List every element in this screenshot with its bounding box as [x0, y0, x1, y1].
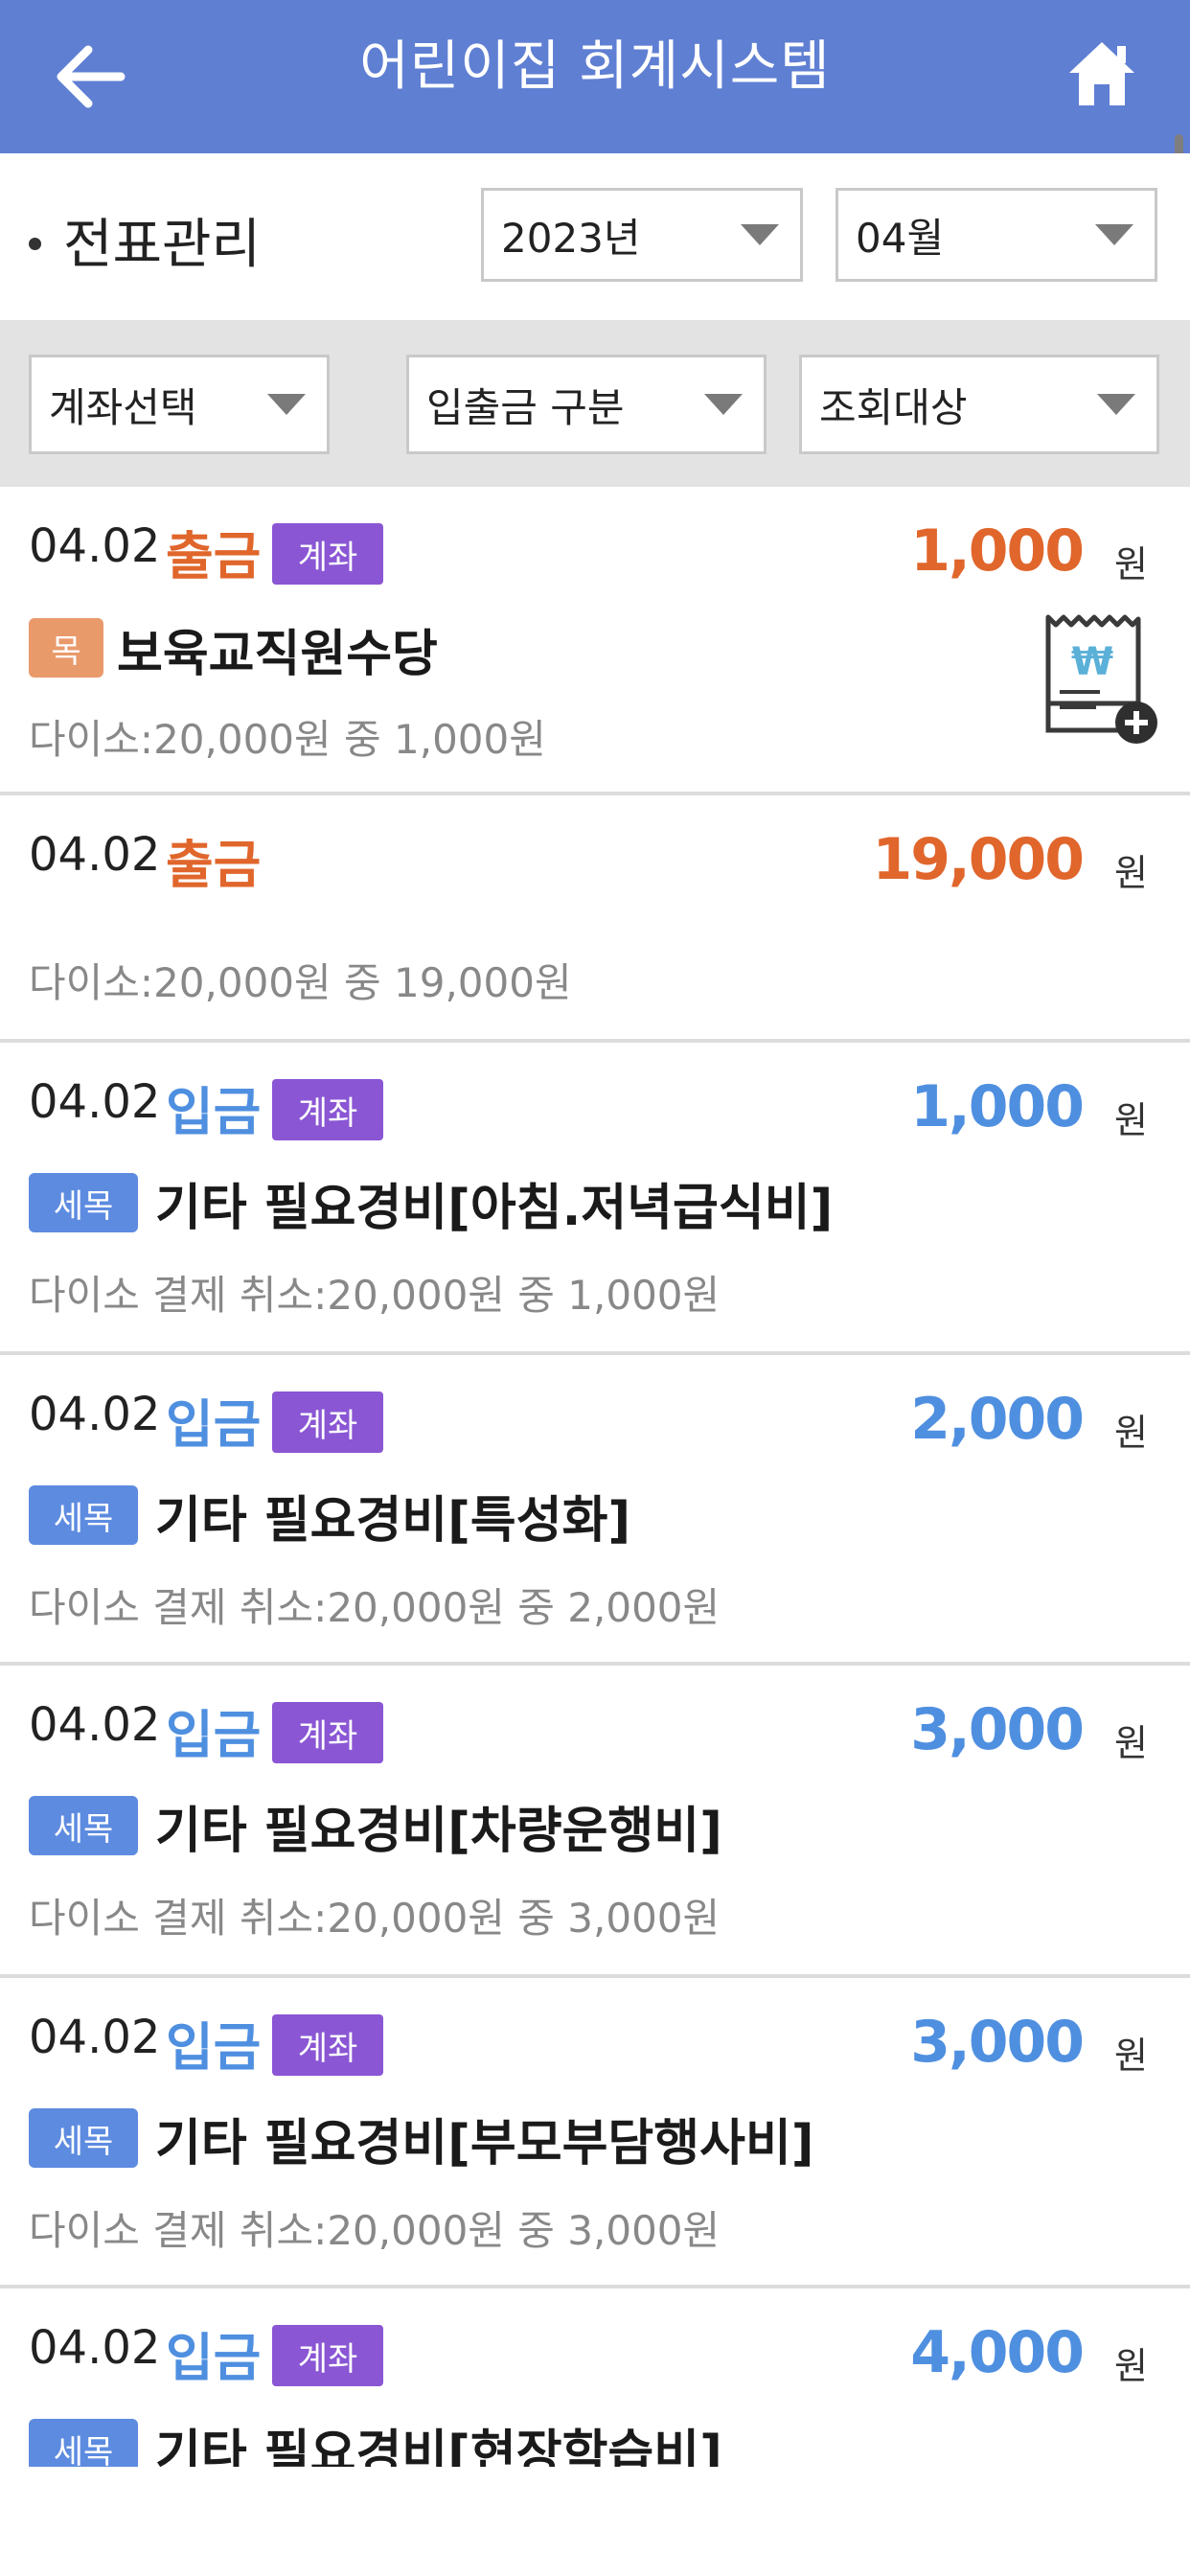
voucher-amount: 19,000 — [872, 826, 1085, 893]
account-item-name: 기타 필요경비[특성화] — [155, 1492, 631, 1550]
voucher-item[interactable]: 04.02 입금 계좌 3,000 원 세목 기타 필요경비[부모부담행사비] … — [0, 1978, 1190, 2288]
semok-tag: 세목 — [29, 1173, 138, 1232]
account-badge: 계좌 — [272, 1702, 383, 1763]
currency-unit: 원 — [1114, 543, 1148, 586]
account-item-name: 기타 필요경비[현장학습비] — [155, 2426, 722, 2467]
currency-unit: 원 — [1114, 2035, 1148, 2077]
semok-tag: 세목 — [29, 1796, 138, 1855]
voucher-type: 입금 — [166, 2328, 262, 2388]
receipt-add-icon[interactable]: ₩ — [1042, 611, 1161, 746]
voucher-description: 다이소 결제 취소:20,000원 중 2,000원 — [29, 1584, 721, 1631]
account-badge: 계좌 — [272, 2325, 383, 2386]
mok-tag: 목 — [29, 618, 103, 678]
voucher-type: 입금 — [166, 2017, 262, 2078]
voucher-item[interactable]: 04.02 출금 계좌 1,000 원 목 보육교직원수당 다이소:20,000… — [0, 487, 1190, 795]
voucher-type: 입금 — [166, 1082, 262, 1142]
voucher-date: 04.02 — [29, 519, 161, 573]
account-badge: 계좌 — [272, 1079, 383, 1140]
filter-bar: 계좌선택 입출금 구분 조회대상 — [0, 320, 1190, 487]
currency-unit: 원 — [1114, 1722, 1148, 1764]
chevron-down-icon — [1097, 394, 1135, 415]
voucher-amount: 1,000 — [910, 518, 1085, 585]
bottom-area — [0, 2467, 1190, 2576]
account-badge: 계좌 — [272, 523, 383, 585]
target-select-value: 조회대상 — [819, 383, 968, 431]
currency-unit: 원 — [1114, 1412, 1148, 1454]
semok-tag: 세목 — [29, 2108, 138, 2168]
currency-unit: 원 — [1114, 2345, 1148, 2387]
voucher-amount: 3,000 — [910, 1696, 1085, 1763]
month-select-value: 04월 — [856, 214, 945, 262]
inout-select[interactable]: 입출금 구분 — [406, 355, 767, 454]
voucher-date: 04.02 — [29, 1388, 161, 1441]
svg-text:₩: ₩ — [1071, 640, 1113, 684]
voucher-item[interactable]: 04.02 입금 계좌 2,000 원 세목 기타 필요경비[특성화] 다이소 … — [0, 1355, 1190, 1666]
voucher-item[interactable]: 04.02 출금 19,000 원 다이소:20,000원 중 19,000원 — [0, 795, 1190, 1043]
voucher-amount: 3,000 — [910, 2009, 1085, 2076]
target-select[interactable]: 조회대상 — [799, 355, 1159, 454]
home-icon[interactable] — [1065, 36, 1138, 109]
account-item-name: 기타 필요경비[부모부담행사비] — [155, 2115, 814, 2173]
chevron-down-icon — [704, 394, 743, 415]
account-select[interactable]: 계좌선택 — [29, 355, 330, 454]
month-select[interactable]: 04월 — [835, 188, 1157, 282]
account-item-name: 기타 필요경비[차량운행비] — [155, 1803, 722, 1860]
semok-tag: 세목 — [29, 1485, 138, 1545]
semok-tag: 세목 — [29, 2419, 138, 2467]
voucher-item[interactable]: 04.02 입금 계좌 4,000 원 세목 기타 필요경비[현장학습비] — [0, 2288, 1190, 2467]
account-badge: 계좌 — [272, 1392, 383, 1453]
voucher-date: 04.02 — [29, 1075, 161, 1129]
inout-select-value: 입출금 구분 — [426, 383, 625, 431]
app-header: 어린이집 회계시스템 — [0, 0, 1190, 153]
chevron-down-icon — [267, 394, 306, 415]
app-title: 어린이집 회계시스템 — [359, 35, 831, 98]
account-item-name: 보육교직원수당 — [117, 626, 438, 683]
voucher-date: 04.02 — [29, 2011, 161, 2064]
chevron-down-icon — [1095, 224, 1133, 245]
voucher-type: 입금 — [166, 1705, 262, 1765]
chevron-down-icon — [741, 224, 779, 245]
currency-unit: 원 — [1114, 852, 1148, 894]
voucher-description: 다이소:20,000원 중 1,000원 — [29, 716, 546, 763]
voucher-date: 04.02 — [29, 1698, 161, 1752]
account-select-value: 계좌선택 — [49, 383, 197, 431]
account-badge: 계좌 — [272, 2014, 383, 2076]
voucher-description: 다이소 결제 취소:20,000원 중 3,000원 — [29, 2207, 721, 2254]
year-select-value: 2023년 — [501, 214, 641, 262]
voucher-type: 출금 — [166, 526, 262, 586]
voucher-type: 출금 — [166, 835, 262, 895]
voucher-filter-row: 전표관리 2023년 04월 — [0, 153, 1190, 320]
currency-unit: 원 — [1114, 1099, 1148, 1141]
section-label: 전표관리 — [63, 214, 262, 276]
voucher-item[interactable]: 04.02 입금 계좌 1,000 원 세목 기타 필요경비[아침.저녁급식비]… — [0, 1043, 1190, 1355]
voucher-item[interactable]: 04.02 입금 계좌 3,000 원 세목 기타 필요경비[차량운행비] 다이… — [0, 1666, 1190, 1978]
account-item-name: 기타 필요경비[아침.저녁급식비] — [155, 1180, 834, 1237]
voucher-type: 입금 — [166, 1394, 262, 1455]
voucher-date: 04.02 — [29, 828, 161, 882]
voucher-description: 다이소 결제 취소:20,000원 중 1,000원 — [29, 1272, 721, 1319]
voucher-description: 다이소 결제 취소:20,000원 중 3,000원 — [29, 1895, 721, 1942]
voucher-amount: 4,000 — [910, 2319, 1085, 2386]
voucher-amount: 1,000 — [910, 1073, 1085, 1140]
voucher-description: 다이소:20,000원 중 19,000원 — [29, 959, 572, 1006]
voucher-date: 04.02 — [29, 2321, 161, 2375]
bullet-icon — [29, 238, 41, 250]
year-select[interactable]: 2023년 — [481, 188, 803, 282]
voucher-amount: 2,000 — [910, 1386, 1085, 1453]
